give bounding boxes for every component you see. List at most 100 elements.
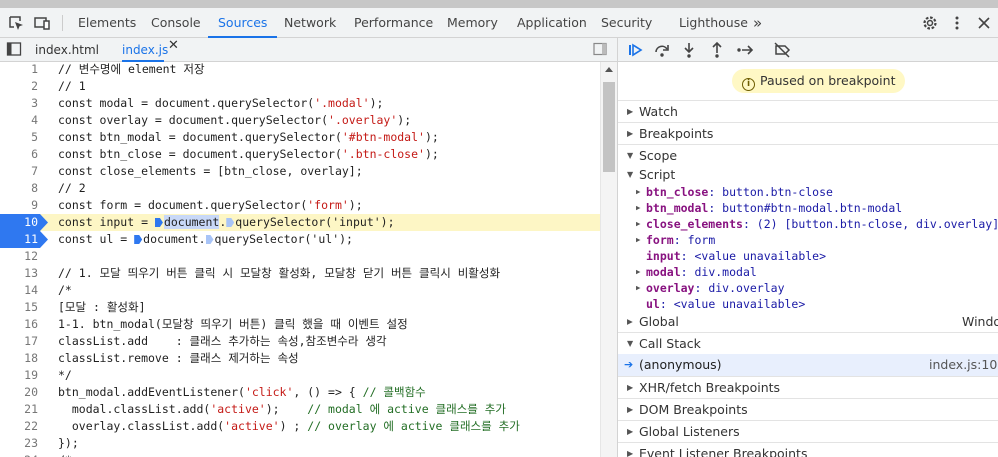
tab-memory[interactable]: Memory xyxy=(447,8,498,38)
line-number[interactable]: 5 xyxy=(0,129,38,146)
tab-sources[interactable]: Sources xyxy=(208,8,278,38)
code-line[interactable]: 7 const close_elements = [btn_close, over… xyxy=(0,163,600,180)
call-frame-row[interactable]: ➔ (anonymous) index.js:10 xyxy=(618,354,998,376)
scope-section-header[interactable]: ▼ Scope xyxy=(618,144,998,166)
expand-arrow-icon[interactable]: ▶ xyxy=(636,200,641,216)
resume-icon[interactable] xyxy=(626,41,644,59)
inline-step-marker-icon[interactable] xyxy=(226,218,235,227)
code-line[interactable]: 5 const btn_modal = document.querySelecto… xyxy=(0,129,600,146)
code-line[interactable]: 22 overlay.classList.add('active') ; // … xyxy=(0,418,600,435)
step-out-icon[interactable] xyxy=(708,41,726,59)
code-line[interactable]: 12 xyxy=(0,248,600,265)
line-number[interactable]: 2 xyxy=(0,78,38,95)
event-listener-breakpoints-section-header[interactable]: ▶ Event Listener Breakpoints xyxy=(618,442,998,457)
scope-variable-row[interactable]: input: <value unavailable> xyxy=(618,248,998,264)
close-devtools-icon[interactable] xyxy=(975,14,993,32)
code-line[interactable]: 3 const modal = document.querySelector('.… xyxy=(0,95,600,112)
line-number[interactable]: 23 xyxy=(0,435,38,452)
step-into-icon[interactable] xyxy=(680,41,698,59)
inline-step-marker-icon[interactable] xyxy=(134,235,143,244)
code-line[interactable]: 11 const ul = document. querySelector('ul'… xyxy=(0,231,600,248)
code-line[interactable]: 18 classList.remove : 클래스 제거하는 속성 xyxy=(0,350,600,367)
line-number[interactable]: 9 xyxy=(0,197,38,214)
scope-variable-row[interactable]: ▶ modal: div.modal xyxy=(618,264,998,280)
code-line[interactable]: 6 const btn_close = document.querySelecto… xyxy=(0,146,600,163)
settings-gear-icon[interactable] xyxy=(921,14,939,32)
code-line[interactable]: 21 modal.classList.add('active'); // mod… xyxy=(0,401,600,418)
script-scope-header[interactable]: ▼ Script xyxy=(618,167,998,183)
more-options-icon[interactable] xyxy=(948,14,966,32)
scope-variable-row[interactable]: ▶ close_elements: (2) [button.btn-close, … xyxy=(618,216,998,232)
call-stack-section-header[interactable]: ▼ Call Stack xyxy=(618,332,998,354)
expand-arrow-icon[interactable]: ▶ xyxy=(636,280,641,296)
code-line[interactable]: 8 // 2 xyxy=(0,180,600,197)
line-number[interactable]: 16 xyxy=(0,316,38,333)
close-tab-icon[interactable]: ✕ xyxy=(168,38,179,53)
code-line[interactable]: 16 1-1. btn_modal(모달창 띄우기 버튼) 클릭 했을 때 이벤트… xyxy=(0,316,600,333)
code-line[interactable]: 10 const input = document. querySelector('… xyxy=(0,214,600,231)
tab-security[interactable]: Security xyxy=(601,8,652,38)
watch-section-header[interactable]: ▶ Watch xyxy=(618,100,998,122)
global-listeners-section-header[interactable]: ▶ Global Listeners xyxy=(618,420,998,442)
tab-lighthouse[interactable]: Lighthouse xyxy=(679,8,748,38)
scrollbar-thumb[interactable] xyxy=(603,82,615,172)
line-number[interactable]: 7 xyxy=(0,163,38,180)
code-editor[interactable]: 1 // 변수명에 element 저장 2 // 1 3 const modal = d… xyxy=(0,62,600,457)
deactivate-breakpoints-icon[interactable] xyxy=(773,41,791,59)
line-number[interactable]: 4 xyxy=(0,112,38,129)
expand-arrow-icon[interactable]: ▶ xyxy=(636,264,641,280)
xhr-breakpoints-section-header[interactable]: ▶ XHR/fetch Breakpoints xyxy=(618,376,998,398)
editor-scrollbar[interactable] xyxy=(600,62,617,457)
line-number[interactable]: 18 xyxy=(0,350,38,367)
line-number[interactable]: 8 xyxy=(0,180,38,197)
file-tab-index-js[interactable]: index.js xyxy=(122,38,168,62)
step-icon[interactable] xyxy=(736,41,754,59)
scope-variable-row[interactable]: ul: <value unavailable> xyxy=(618,296,998,312)
code-line[interactable]: 1 // 변수명에 element 저장 xyxy=(0,62,600,78)
code-line[interactable]: 23}); xyxy=(0,435,600,452)
inline-step-marker-icon[interactable] xyxy=(205,235,214,244)
scope-variable-row[interactable]: ▶ form: form xyxy=(618,232,998,248)
line-number[interactable]: 13 xyxy=(0,265,38,282)
more-tabs-button[interactable]: » xyxy=(753,8,762,38)
tab-performance[interactable]: Performance xyxy=(354,8,433,38)
scope-variable-row[interactable]: ▶ overlay: div.overlay xyxy=(618,280,998,296)
scope-variable-row[interactable]: ▶ btn_close: button.btn-close xyxy=(618,184,998,200)
code-line[interactable]: 17 classList.add : 클래스 추가하는 속성,참조변수라 생각 xyxy=(0,333,600,350)
code-line[interactable]: 14 /* xyxy=(0,282,600,299)
line-number[interactable]: 3 xyxy=(0,95,38,112)
tab-elements[interactable]: Elements xyxy=(78,8,136,38)
line-number[interactable]: 6 xyxy=(0,146,38,163)
expand-arrow-icon[interactable]: ▶ xyxy=(636,216,641,232)
line-number[interactable]: 15 xyxy=(0,299,38,316)
call-frame-location[interactable]: index.js:10 xyxy=(929,354,997,376)
line-number[interactable]: 20 xyxy=(0,384,38,401)
file-tab-index-html[interactable]: index.html xyxy=(35,38,99,62)
line-number[interactable]: 21 xyxy=(0,401,38,418)
code-line[interactable]: 24 /* xyxy=(0,452,600,457)
global-scope-row[interactable]: ▶ Global Window xyxy=(618,314,998,330)
step-over-icon[interactable] xyxy=(653,41,671,59)
tab-console[interactable]: Console xyxy=(151,8,201,38)
line-number[interactable]: 10 xyxy=(0,214,38,231)
expand-arrow-icon[interactable]: ▶ xyxy=(636,184,641,200)
dom-breakpoints-section-header[interactable]: ▶ DOM Breakpoints xyxy=(618,398,998,420)
line-number[interactable]: 12 xyxy=(0,248,38,265)
line-number[interactable]: 24 xyxy=(0,452,38,457)
tab-application[interactable]: Application xyxy=(517,8,587,38)
toggle-debugger-icon[interactable] xyxy=(593,42,607,59)
expand-arrow-icon[interactable]: ▶ xyxy=(636,232,641,248)
line-number[interactable]: 17 xyxy=(0,333,38,350)
line-number[interactable]: 1 xyxy=(0,62,38,78)
inspect-element-icon[interactable] xyxy=(7,14,25,32)
code-line[interactable]: 4 const overlay = document.querySelector(… xyxy=(0,112,600,129)
line-number[interactable]: 22 xyxy=(0,418,38,435)
scroll-up-arrow-icon[interactable] xyxy=(605,67,613,72)
tab-network[interactable]: Network xyxy=(284,8,336,38)
code-line[interactable]: 2 // 1 xyxy=(0,78,600,95)
device-toolbar-icon[interactable] xyxy=(33,14,51,32)
code-line[interactable]: 19 */ xyxy=(0,367,600,384)
line-number[interactable]: 11 xyxy=(0,231,38,248)
inline-step-marker-icon[interactable] xyxy=(154,218,163,227)
line-number[interactable]: 19 xyxy=(0,367,38,384)
